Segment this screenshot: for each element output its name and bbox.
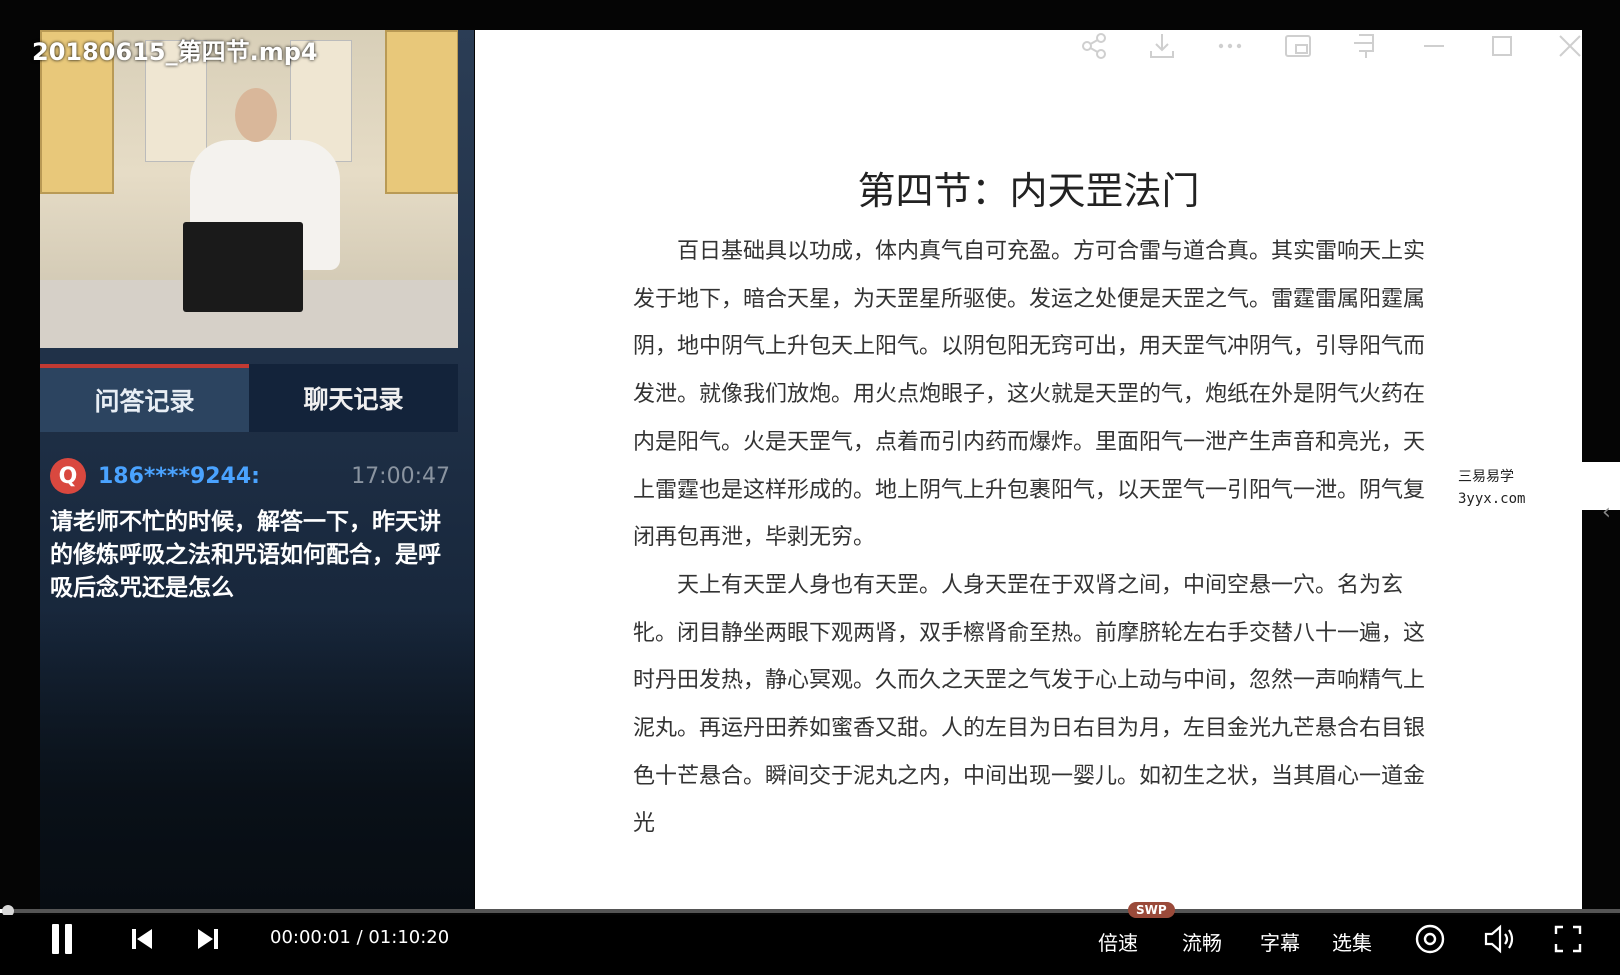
watermark-line: 3yyx.com [1458, 491, 1526, 507]
total-time: 01:10:20 [368, 927, 450, 948]
next-icon[interactable] [190, 917, 226, 961]
message-time: 17:00:47 [351, 463, 450, 489]
qa-message: Q 186****9244: 17:00:47 请老师不忙的时候，解答一下，昨天… [50, 458, 450, 605]
lecture-side-panel: 问答记录 聊天记录 Q 186****9244: 17:00:47 请老师不忙的… [40, 30, 474, 910]
laptop [183, 222, 303, 312]
maximize-icon[interactable] [1482, 28, 1522, 64]
video-area[interactable]: 问答记录 聊天记录 Q 186****9244: 17:00:47 请老师不忙的… [0, 0, 1620, 975]
download-icon[interactable] [1142, 28, 1182, 64]
quality-button[interactable]: 流畅 [1182, 927, 1222, 956]
teacher-head [235, 88, 277, 142]
side-drawer-handle[interactable] [1582, 462, 1620, 510]
window-controls [1074, 28, 1590, 64]
lecture-slide: 第四节：内天罡法门 百日基础具以功成，体内真气自可充盈。方可合雷与道合真。其实雷… [475, 30, 1582, 910]
speed-button[interactable]: 倍速 [1098, 927, 1138, 956]
picture-in-picture-icon[interactable] [1278, 28, 1318, 64]
pause-icon[interactable] [42, 917, 82, 961]
watermark-line: 三易易学 [1458, 469, 1514, 485]
slide-body: 百日基础具以功成，体内真气自可充盈。方可合雷与道合真。其实雷响天上实发于地下，暗… [633, 228, 1433, 848]
slide-paragraph: 百日基础具以功成，体内真气自可充盈。方可合雷与道合真。其实雷响天上实发于地下，暗… [633, 239, 1426, 551]
tab-chat-records[interactable]: 聊天记录 [249, 364, 458, 432]
message-user: 186****9244: [98, 463, 260, 489]
question-icon: Q [50, 458, 86, 494]
watermark: 三易易学 3yyx.com [1458, 466, 1525, 510]
player-controls: 00:00:01 / 01:10:20 SWP 倍速 流畅 字幕 选集 [0, 902, 1620, 975]
wall-poster [385, 30, 458, 194]
swp-badge: SWP [1128, 902, 1175, 918]
video-file-title: 20180615_第四节.mp4 [32, 38, 318, 66]
playback-time: 00:00:01 / 01:10:20 [270, 927, 449, 948]
chevron-left-icon[interactable]: ‹ [1602, 500, 1611, 525]
message-text: 请老师不忙的时候，解答一下，昨天讲的修炼呼吸之法和咒语如何配合，是呼吸后念咒还是… [50, 509, 441, 601]
panel-tabs: 问答记录 聊天记录 [40, 364, 458, 432]
close-icon[interactable] [1550, 28, 1590, 64]
volume-icon[interactable] [1480, 917, 1520, 961]
fullscreen-icon[interactable] [1548, 917, 1588, 961]
pin-icon[interactable] [1346, 28, 1386, 64]
background-scenery [40, 610, 474, 910]
episodes-button[interactable]: 选集 [1332, 927, 1372, 956]
time-separator: / [350, 927, 369, 948]
previous-icon[interactable] [124, 917, 160, 961]
minimize-icon[interactable] [1414, 28, 1454, 64]
progress-bar[interactable] [0, 909, 1620, 913]
slide-title: 第四节：内天罡法门 [857, 169, 1200, 213]
settings-icon[interactable] [1410, 917, 1450, 961]
current-time: 00:00:01 [270, 927, 351, 948]
more-icon[interactable] [1210, 28, 1250, 64]
qa-message-header: Q 186****9244: 17:00:47 [50, 458, 450, 494]
tab-qa-records[interactable]: 问答记录 [40, 364, 249, 432]
slide-paragraph: 天上有天罡人身也有天罡。人身天罡在于双肾之间，中间空悬一穴。名为玄牝。闭目静坐两… [633, 572, 1426, 837]
subtitle-button[interactable]: 字幕 [1260, 927, 1300, 956]
teacher-camera-feed [40, 30, 458, 348]
share-icon[interactable] [1074, 28, 1114, 64]
